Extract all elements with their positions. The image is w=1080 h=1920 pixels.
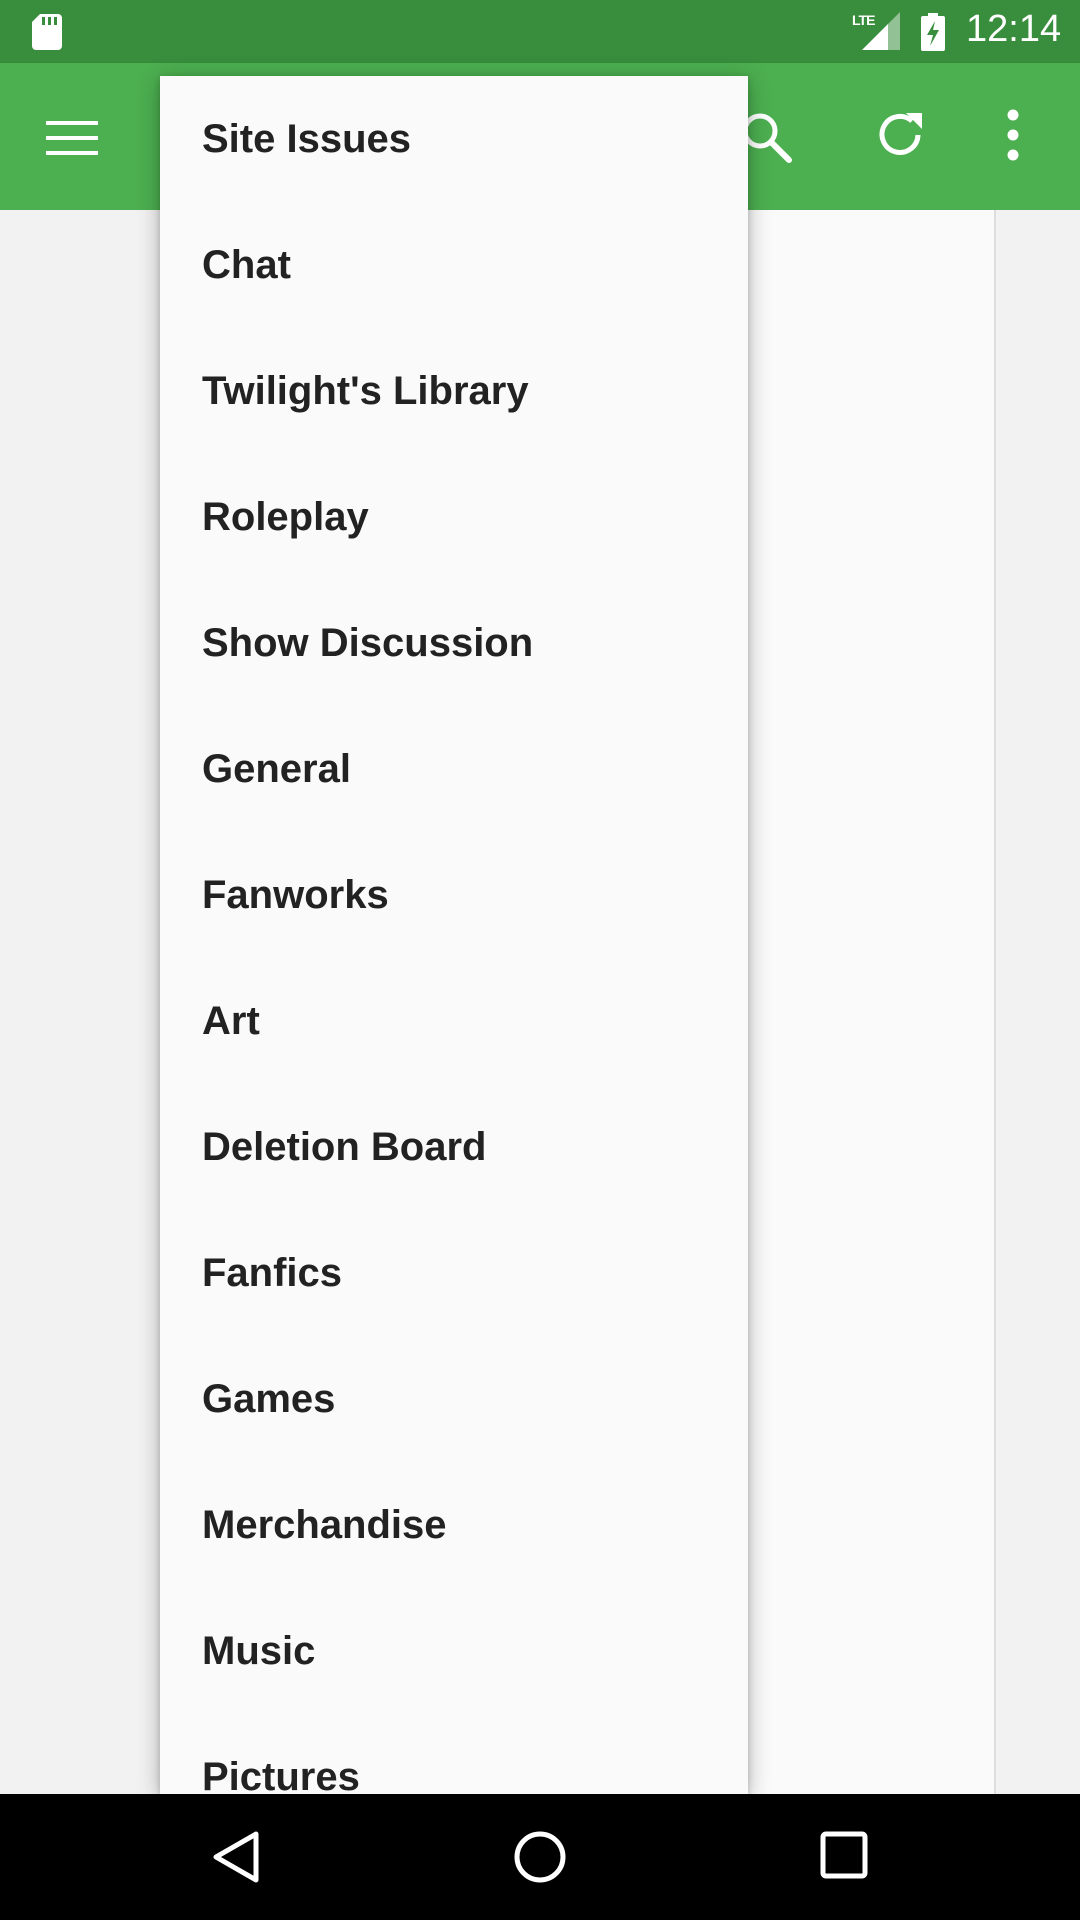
- menu-icon[interactable]: [42, 115, 102, 161]
- dropdown-item-twilights-library[interactable]: Twilight's Library: [160, 328, 748, 454]
- sd-card-icon: [32, 14, 62, 50]
- lte-signal-icon: LTE: [852, 12, 900, 50]
- dropdown-item-show-discussion[interactable]: Show Discussion: [160, 580, 748, 706]
- forum-category-dropdown: Site Issues Chat Twilight's Library Role…: [160, 76, 748, 1794]
- battery-charging-icon: [921, 13, 945, 51]
- more-vert-icon[interactable]: [1000, 107, 1026, 163]
- dropdown-item-deletion-board[interactable]: Deletion Board: [160, 1084, 748, 1210]
- system-nav-bar: [0, 1794, 1080, 1920]
- dropdown-item-chat[interactable]: Chat: [160, 202, 748, 328]
- dropdown-item-roleplay[interactable]: Roleplay: [160, 454, 748, 580]
- dropdown-item-games[interactable]: Games: [160, 1336, 748, 1462]
- status-bar: LTE 12:14: [0, 0, 1080, 63]
- status-time: 12:14: [966, 8, 1062, 50]
- dropdown-item-art[interactable]: Art: [160, 958, 748, 1084]
- refresh-icon[interactable]: [872, 107, 928, 163]
- dropdown-item-music[interactable]: Music: [160, 1588, 748, 1714]
- dropdown-item-site-issues[interactable]: Site Issues: [160, 76, 748, 202]
- dropdown-item-fanworks[interactable]: Fanworks: [160, 832, 748, 958]
- dropdown-item-general[interactable]: General: [160, 706, 748, 832]
- back-icon[interactable]: [210, 1829, 262, 1885]
- dropdown-item-pictures[interactable]: Pictures: [160, 1714, 748, 1795]
- recents-icon[interactable]: [820, 1831, 868, 1879]
- dropdown-item-merchandise[interactable]: Merchandise: [160, 1462, 748, 1588]
- home-icon[interactable]: [512, 1829, 568, 1885]
- dropdown-item-fanfics[interactable]: Fanfics: [160, 1210, 748, 1336]
